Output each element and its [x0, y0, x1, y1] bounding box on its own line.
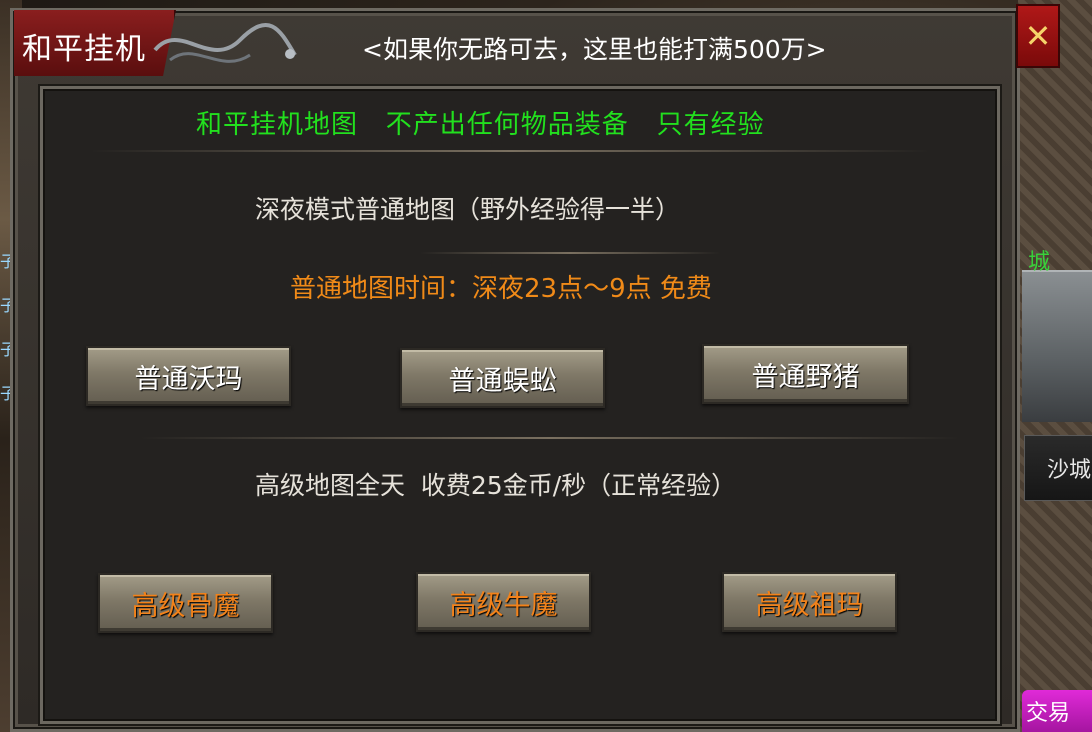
- advanced-bull-demon-button[interactable]: 高级牛魔: [416, 572, 591, 632]
- normal-map-caption: 深夜模式普通地图（野外经验得一半）: [255, 195, 681, 224]
- window-title: 和平挂机: [22, 32, 146, 67]
- normal-map-time: 普通地图时间：深夜23点～9点 免费: [290, 274, 712, 304]
- panel-headline: 和平挂机地图 不产出任何物品装备 只有经验: [196, 110, 765, 140]
- divider: [420, 252, 720, 254]
- dragon-ornament-icon: [153, 23, 297, 63]
- normal-boar-button[interactable]: 普通野猪: [702, 344, 909, 404]
- normal-centipede-button[interactable]: 普通蜈蚣: [400, 348, 605, 408]
- city-wall: [1022, 270, 1092, 422]
- divider: [90, 150, 930, 152]
- window-subtitle: <如果你无路可去，这里也能打满500万>: [362, 35, 827, 64]
- city-label: 城: [1028, 250, 1051, 275]
- trade-button[interactable]: 交易: [1022, 690, 1092, 732]
- close-button[interactable]: ✕: [1016, 4, 1060, 68]
- close-icon: ✕: [1024, 17, 1052, 55]
- divider: [140, 437, 960, 439]
- normal-woma-button[interactable]: 普通沃玛: [86, 346, 291, 406]
- game-scene: 子 子 子 子 城 沙城 交易 和平挂机 <如果你无路可去，这里也能打满500万…: [0, 0, 1092, 732]
- shacheng-tab[interactable]: 沙城: [1024, 435, 1092, 501]
- advanced-map-caption: 高级地图全天 收费25金币/秒（正常经验）: [255, 471, 737, 500]
- advanced-zuma-button[interactable]: 高级祖玛: [722, 572, 897, 632]
- advanced-bone-demon-button[interactable]: 高级骨魔: [98, 573, 273, 633]
